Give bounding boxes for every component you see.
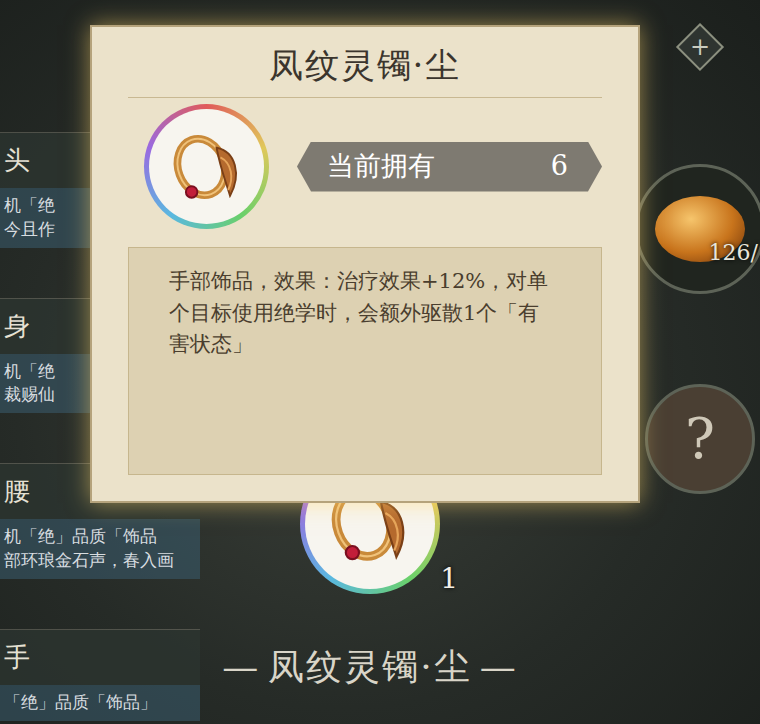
owned-tag: 当前拥有 6 (297, 142, 602, 192)
right-mark: — (480, 640, 518, 694)
slot-line: 「绝」品质「饰品」 (4, 691, 196, 715)
equipment-slot[interactable]: 手「绝」品质「饰品」 (0, 629, 200, 721)
tooltip-item-frame-inner (149, 109, 264, 224)
game-scene: 头机「绝今且作身机「绝裁赐仙腰机「绝」品质「饰品部环琅金石声，春入画手「绝」品质… (0, 0, 760, 724)
tooltip-header: 当前拥有 6 (128, 104, 602, 229)
slot-line: 部环琅金石声，春入画 (4, 549, 196, 573)
slot-line: 机「绝」品质「饰品 (4, 525, 196, 549)
slot-description: 「绝」品质「饰品」 (0, 685, 200, 721)
plus-icon: + (690, 35, 710, 59)
item-title: 凤纹灵镯·尘 (268, 640, 471, 694)
owned-count: 6 (551, 146, 568, 187)
description-text: 手部饰品，效果：治疗效果+12%，对单个目标使用绝学时，会额外驱散1个「有害状态… (169, 266, 549, 361)
left-mark: — (222, 640, 260, 694)
resource-count: 126/ (709, 236, 758, 269)
add-button[interactable]: + (676, 23, 724, 71)
item-description: 手部饰品，效果：治疗效果+12%，对单个目标使用绝学时，会额外驱散1个「有害状态… (128, 247, 602, 475)
slot-description: 机「绝」品质「饰品部环琅金石声，春入画 (0, 519, 200, 579)
item-tooltip: 凤纹灵镯·尘当前拥有 6 手部饰品，效果：治疗效果+12%，对单个目标使用绝学时，会… (90, 25, 640, 503)
resource-slot[interactable]: 126/ (635, 164, 760, 294)
owned-label: 当前拥有 (327, 146, 435, 187)
side-panel: +126/? (640, 0, 760, 724)
item-count: 1 (440, 558, 458, 600)
tooltip-item-frame (144, 104, 269, 229)
bracelet-icon (159, 119, 255, 215)
tooltip-title: 凤纹灵镯·尘 (128, 43, 602, 87)
item-name: —凤纹灵镯·尘— (222, 640, 517, 694)
slot-label: 手 (0, 630, 200, 685)
title-divider (128, 97, 602, 98)
unknown-slot[interactable]: ? (645, 384, 755, 494)
